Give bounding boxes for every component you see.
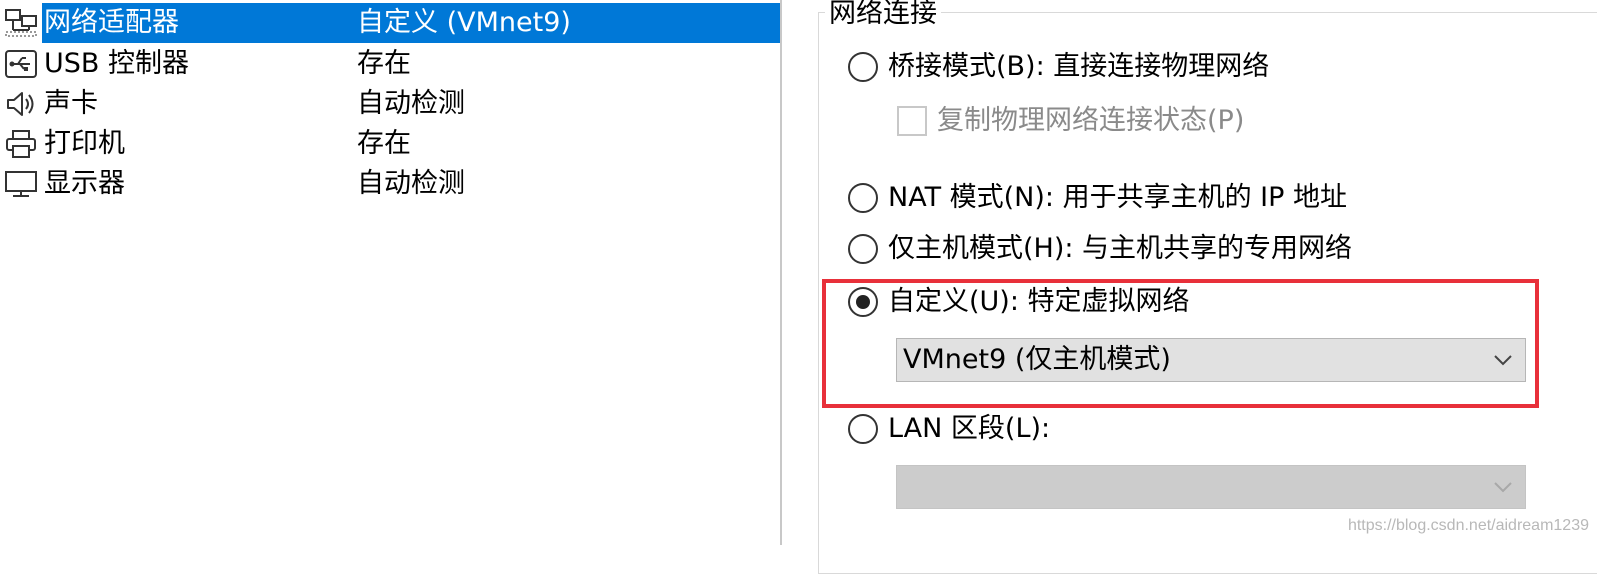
network-connection-title: 网络连接 [825, 0, 941, 31]
printer-icon [4, 129, 38, 159]
chevron-down-icon [1493, 351, 1513, 369]
device-name: 打印机 [44, 128, 125, 159]
host-only-label: 仅主机模式(H): 与主机共享的专用网络 [888, 233, 1353, 264]
lan-radio[interactable] [848, 414, 878, 444]
device-summary: 自动检测 [357, 88, 465, 119]
device-list: 网络适配器 自定义 (VMnet9) USB 控制器 存在 声卡 自动检测 打印… [0, 0, 780, 545]
bridged-label: 桥接模式(B): 直接连接物理网络 [888, 51, 1270, 82]
custom-network-dropdown[interactable]: VMnet9 (仅主机模式) [896, 338, 1526, 382]
chevron-down-icon [1493, 478, 1513, 496]
watermark: https://blog.csdn.net/aidream1239 [1347, 517, 1589, 534]
speaker-icon [4, 89, 38, 119]
host-only-radio[interactable] [848, 234, 878, 264]
replicate-state-checkbox[interactable] [897, 106, 927, 136]
lan-label: LAN 区段(L): [888, 413, 1051, 444]
device-name: 网络适配器 [44, 7, 179, 38]
nat-radio[interactable] [848, 183, 878, 213]
device-row-network-adapter[interactable]: 网络适配器 自定义 (VMnet9) [0, 3, 780, 43]
network-adapter-icon [4, 8, 38, 38]
device-name: 声卡 [44, 88, 98, 119]
panel-divider [780, 0, 782, 545]
device-summary: 存在 [357, 128, 411, 159]
nat-label: NAT 模式(N): 用于共享主机的 IP 地址 [888, 182, 1347, 213]
device-row-sound-card[interactable]: 声卡 自动检测 [0, 84, 780, 124]
device-row-printer[interactable]: 打印机 存在 [0, 124, 780, 164]
custom-network-value: VMnet9 (仅主机模式) [903, 344, 1171, 375]
custom-radio[interactable] [848, 287, 878, 317]
device-name: USB 控制器 [44, 48, 190, 79]
monitor-icon [4, 169, 38, 199]
device-summary: 自定义 (VMnet9) [357, 7, 571, 38]
lan-segment-dropdown[interactable] [896, 465, 1526, 509]
device-row-usb-controller[interactable]: USB 控制器 存在 [0, 44, 780, 84]
device-name: 显示器 [44, 168, 125, 199]
custom-label: 自定义(U): 特定虚拟网络 [888, 286, 1190, 317]
device-summary: 自动检测 [357, 168, 465, 199]
device-row-display[interactable]: 显示器 自动检测 [0, 164, 780, 204]
replicate-state-label: 复制物理网络连接状态(P) [937, 105, 1245, 136]
device-summary: 存在 [357, 48, 411, 79]
bridged-radio[interactable] [848, 52, 878, 82]
usb-icon [4, 49, 38, 79]
